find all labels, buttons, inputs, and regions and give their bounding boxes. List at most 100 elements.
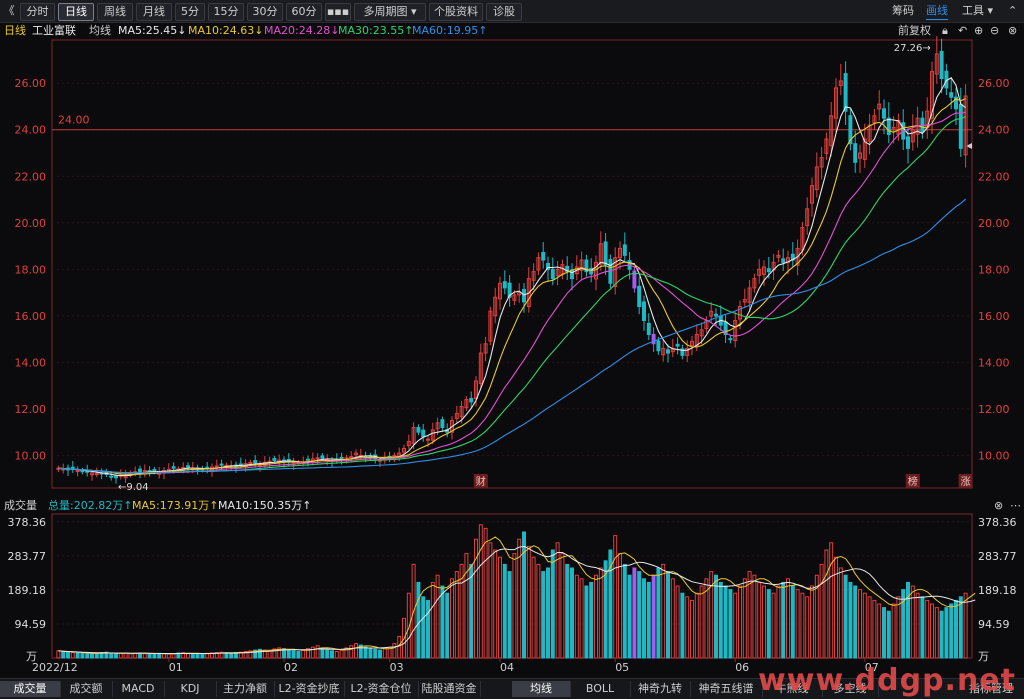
volume-bar — [75, 652, 80, 659]
volume-bar — [805, 596, 810, 659]
volume-legend: 成交量 总量:202.82万↑ MA5:173.91万↑ MA10:150.35… — [0, 497, 1024, 514]
candle-body — [603, 241, 608, 266]
volume-tick-left: 283.77 — [8, 550, 47, 563]
date-tick-3: 03 — [390, 661, 404, 674]
volume-bar — [368, 648, 373, 659]
ma30-line — [58, 116, 966, 474]
volume-bar — [286, 649, 291, 659]
volume-bar — [334, 651, 339, 659]
overlay-tab-1[interactable]: BOLL — [570, 681, 631, 697]
volume-bar — [867, 596, 872, 659]
volume-bar — [440, 585, 445, 659]
volume-bar — [90, 653, 94, 659]
indicator-tab-7[interactable]: 陆股通资金 — [418, 681, 481, 697]
candle-body — [728, 338, 733, 341]
volume-tick-right: 94.59 — [978, 618, 1010, 631]
volume-bar — [656, 567, 661, 659]
volume-bar — [114, 653, 118, 659]
candle-body — [622, 244, 627, 256]
volume-bar — [738, 585, 742, 659]
price-tick-right: 10.00 — [978, 449, 1010, 462]
volume-bar — [646, 581, 651, 659]
volume-bar — [363, 646, 368, 659]
price-frame — [51, 39, 973, 489]
volume-title[interactable]: 成交量 — [4, 497, 37, 514]
indicator-tab-6[interactable]: L2-资金仓位 — [344, 681, 419, 697]
volume-bar — [632, 567, 637, 659]
volume-bar — [526, 545, 531, 659]
price-tick-right: 22.00 — [978, 170, 1010, 183]
volume-bar — [66, 651, 70, 659]
candle-body — [906, 136, 910, 149]
volume-bar — [742, 578, 747, 659]
price-tick-right: 18.00 — [978, 263, 1010, 276]
volume-bar — [70, 652, 75, 659]
volume-bar — [574, 574, 579, 659]
price-tick-left: 16.00 — [15, 310, 47, 323]
volume-bar — [445, 592, 450, 659]
volume-bar — [910, 585, 915, 659]
indicator-tab-5[interactable]: L2-资金抄底 — [274, 681, 345, 697]
candle-body — [253, 460, 258, 464]
indicator-tab-3[interactable]: KDJ — [164, 681, 217, 697]
more-icon[interactable]: ⋯ — [1010, 497, 1021, 514]
date-tick-5: 05 — [615, 661, 629, 674]
candle-body — [637, 285, 642, 308]
volume-bar — [392, 643, 397, 659]
volume-bar — [584, 585, 589, 659]
indicator-tab-4[interactable]: 主力净额 — [216, 681, 275, 697]
volume-bar — [133, 652, 138, 659]
volume-bar — [397, 635, 402, 659]
volume-bar — [781, 581, 786, 659]
indicator-tab-2[interactable]: MACD — [112, 681, 165, 697]
volume-bar — [757, 581, 762, 659]
volume-bar — [622, 563, 627, 659]
overlay-tab-0[interactable]: 均线 — [512, 681, 571, 697]
volume-bar — [714, 574, 718, 659]
volume-bar — [570, 567, 574, 659]
volume-bar — [109, 652, 114, 659]
volume-bar — [296, 651, 301, 659]
price-tick-right: 12.00 — [978, 403, 1010, 416]
overlay-tab-3[interactable]: 神奇五线谱 — [690, 681, 763, 697]
volume-bar — [666, 571, 670, 659]
candle-body — [522, 288, 526, 303]
overlay-tab-2[interactable]: 神奇九转 — [630, 681, 691, 697]
close-volume-icon[interactable]: ⊗ — [994, 497, 1003, 514]
candle-body — [166, 468, 171, 471]
volume-bar — [819, 563, 824, 659]
volume-bar — [541, 571, 546, 659]
volume-bar — [771, 592, 776, 659]
volume-bar — [560, 553, 565, 659]
volume-bar — [598, 567, 603, 659]
low-price-label: ←9.04 — [118, 482, 149, 493]
date-tick-0: 2022/12 — [32, 661, 78, 674]
volume-bar — [834, 556, 838, 659]
volume-bar — [61, 651, 66, 659]
event-marker-1: 榜 — [908, 475, 918, 488]
volume-bar — [85, 653, 90, 659]
volume-bar — [733, 592, 738, 659]
volume-bar — [339, 649, 344, 659]
ma10-line — [58, 98, 966, 475]
candle-body — [714, 313, 718, 317]
indicator-tab-1[interactable]: 成交额 — [60, 681, 113, 697]
volume-bar — [354, 643, 358, 659]
candle-body — [646, 322, 651, 335]
volume-bar — [488, 542, 493, 659]
volume-bar — [853, 585, 858, 659]
volume-bar — [498, 556, 502, 659]
volume-bar — [810, 585, 814, 659]
volume-bar — [613, 535, 618, 659]
volume-bar — [944, 607, 949, 659]
volume-bar — [349, 645, 354, 659]
volume-bar — [382, 648, 387, 659]
volume-bar — [930, 603, 934, 659]
candle-body — [781, 258, 786, 263]
candle-body — [171, 466, 176, 469]
volume-bar — [901, 589, 906, 659]
volume-frame — [51, 513, 973, 659]
kline-chart[interactable]: 26.00 26.00 24.00 24.00 22.00 22.00 20.00 20.00… — [0, 0, 1024, 678]
volume-bar — [786, 578, 790, 659]
indicator-tab-0[interactable]: 成交量 — [0, 681, 61, 697]
